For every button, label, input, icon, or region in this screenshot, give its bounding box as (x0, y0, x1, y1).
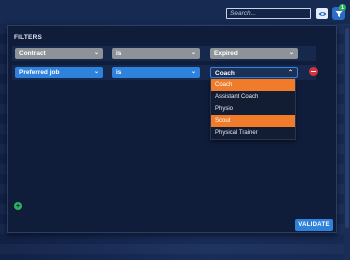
panel-title: FILTERS (14, 34, 42, 41)
chevron-down-icon: ⌄ (190, 50, 196, 56)
filter-count-badge: 1 (339, 4, 346, 11)
dropdown-option[interactable]: Scout (211, 115, 295, 127)
top-bar: Search... 1 (0, 0, 350, 24)
add-filter-button[interactable]: + (14, 202, 22, 210)
plus-icon: + (15, 202, 21, 210)
chevron-down-icon: ⌄ (288, 50, 294, 56)
view-toggle-button[interactable] (316, 8, 328, 19)
operator-select-value: is (116, 69, 122, 76)
value-select-open[interactable]: Coach ⌃ (210, 67, 298, 78)
filters-panel: FILTERS Contract ⌄ is ⌄ Expired ⌄ Prefer… (7, 25, 337, 233)
validate-button[interactable]: VALIDATE (295, 219, 333, 231)
operator-select[interactable]: is ⌄ (112, 67, 200, 78)
eye-icon (318, 11, 326, 16)
dropdown-option[interactable]: Assistant Coach (211, 91, 295, 103)
page-scrollbar[interactable] (344, 26, 350, 260)
value-dropdown-menu: Coach Assistant Coach Physio Scout Physi… (210, 78, 296, 140)
value-select-value: Coach (215, 70, 235, 77)
value-select-value: Expired (214, 50, 238, 57)
chevron-down-icon: ⌄ (190, 69, 196, 75)
field-select[interactable]: Contract ⌄ (15, 48, 103, 59)
operator-select[interactable]: is ⌄ (112, 48, 200, 59)
filter-row: Contract ⌄ is ⌄ Expired ⌄ (12, 46, 316, 61)
chevron-up-icon: ⌃ (287, 70, 293, 76)
chevron-down-icon: ⌄ (93, 50, 99, 56)
scrollbar-thumb[interactable] (345, 28, 349, 228)
dropdown-option[interactable]: Coach (211, 79, 295, 91)
remove-filter-button[interactable] (309, 67, 318, 76)
field-select-value: Contract (19, 50, 46, 57)
field-select-value: Preferred job (19, 69, 60, 76)
chevron-down-icon: ⌄ (93, 69, 99, 75)
value-select[interactable]: Expired ⌄ (210, 48, 298, 59)
search-input[interactable]: Search... (226, 8, 311, 19)
dropdown-option[interactable]: Physical Trainer (211, 127, 295, 139)
dropdown-option[interactable]: Physio (211, 103, 295, 115)
field-select[interactable]: Preferred job ⌄ (15, 67, 103, 78)
operator-select-value: is (116, 50, 122, 57)
